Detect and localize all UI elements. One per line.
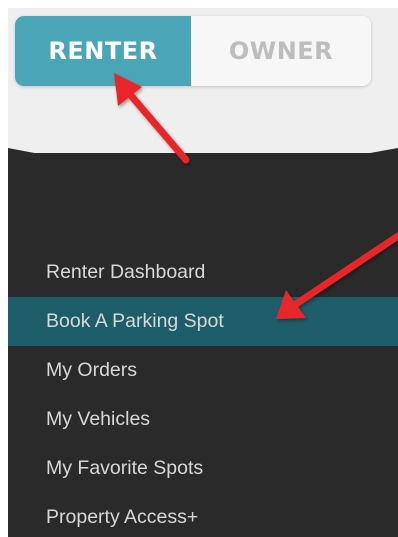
screenshot-frame: RENTER OWNER Renter Dashboard Book A Par… xyxy=(8,8,398,537)
menu-item-book-parking-spot[interactable]: Book A Parking Spot xyxy=(8,297,398,346)
role-toggle: RENTER OWNER xyxy=(15,16,371,86)
menu-item-my-orders[interactable]: My Orders xyxy=(8,346,398,395)
menu-item-renter-dashboard[interactable]: Renter Dashboard xyxy=(8,248,398,297)
sidebar-menu: Renter Dashboard Book A Parking Spot My … xyxy=(8,248,398,537)
menu-item-my-favorite-spots[interactable]: My Favorite Spots xyxy=(8,444,398,493)
panel-notch xyxy=(8,148,398,188)
menu-item-my-vehicles[interactable]: My Vehicles xyxy=(8,395,398,444)
owner-tab[interactable]: OWNER xyxy=(191,16,371,86)
renter-tab[interactable]: RENTER xyxy=(15,16,191,86)
menu-item-property-access[interactable]: Property Access+ xyxy=(8,493,398,537)
